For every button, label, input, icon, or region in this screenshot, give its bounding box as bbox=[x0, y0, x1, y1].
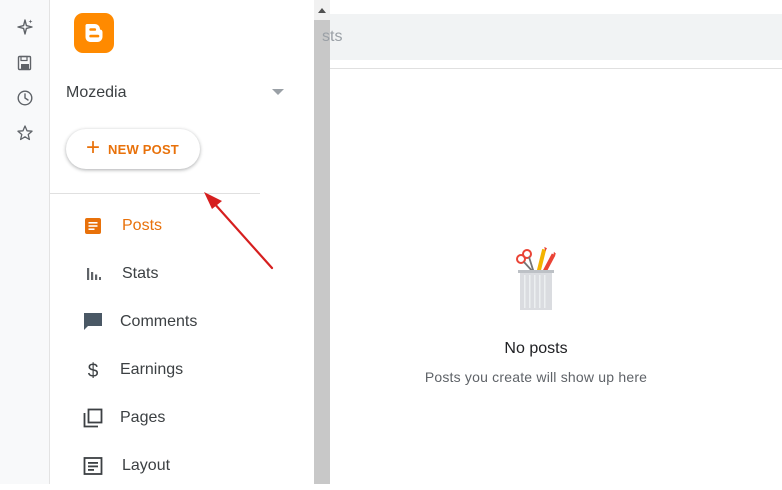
browser-side-rail bbox=[0, 0, 50, 484]
pages-icon bbox=[82, 407, 104, 429]
comments-icon bbox=[82, 311, 104, 333]
new-post-button[interactable]: + NEW POST bbox=[66, 129, 200, 169]
main-content: sts No posts Posts you create will show … bbox=[322, 0, 782, 484]
sidebar-scrollbar[interactable] bbox=[314, 0, 330, 484]
blogger-logo[interactable] bbox=[74, 13, 114, 53]
plus-icon: + bbox=[86, 134, 101, 161]
sidebar-item-pages[interactable]: Pages bbox=[50, 394, 314, 442]
stats-icon bbox=[82, 263, 104, 285]
blog-selector-name[interactable]: Mozedia bbox=[66, 84, 126, 102]
empty-state-title: No posts bbox=[504, 340, 568, 357]
save-icon[interactable] bbox=[14, 52, 36, 74]
sidebar-item-label: Pages bbox=[120, 409, 166, 426]
sidebar-item-stats[interactable]: Stats bbox=[50, 250, 314, 298]
sidebar-divider bbox=[50, 193, 260, 194]
search-text: sts bbox=[322, 28, 343, 45]
layout-icon bbox=[82, 455, 104, 477]
sidebar-item-posts[interactable]: Posts bbox=[50, 202, 314, 250]
posts-icon bbox=[82, 215, 104, 237]
sidebar-item-label: Stats bbox=[122, 265, 159, 282]
sidebar-item-layout[interactable]: Layout bbox=[50, 442, 314, 490]
sidebar-item-comments[interactable]: Comments bbox=[50, 298, 314, 346]
svg-text:$: $ bbox=[88, 361, 99, 380]
new-post-label: NEW POST bbox=[108, 141, 179, 157]
header-divider bbox=[330, 68, 782, 69]
empty-state-subtitle: Posts you create will show up here bbox=[424, 369, 648, 385]
history-icon[interactable] bbox=[14, 87, 36, 109]
scroll-up-button[interactable] bbox=[314, 0, 330, 20]
sparkle-icon[interactable] bbox=[14, 16, 36, 38]
sidebar-item-label: Earnings bbox=[120, 361, 184, 378]
blogger-sidebar: Mozedia + NEW POST Posts Stats Comments … bbox=[50, 0, 314, 484]
sidebar-item-label: Comments bbox=[120, 313, 198, 330]
chevron-down-icon[interactable] bbox=[272, 89, 284, 95]
star-icon[interactable] bbox=[14, 122, 36, 144]
dollar-icon: $ bbox=[82, 359, 104, 381]
sidebar-item-earnings[interactable]: $ Earnings bbox=[50, 346, 314, 394]
sidebar-item-label: Layout bbox=[122, 457, 171, 474]
sidebar-item-label: Posts bbox=[122, 217, 163, 234]
search-bar[interactable]: sts bbox=[322, 14, 782, 60]
pencil-cup-illustration bbox=[512, 245, 560, 313]
